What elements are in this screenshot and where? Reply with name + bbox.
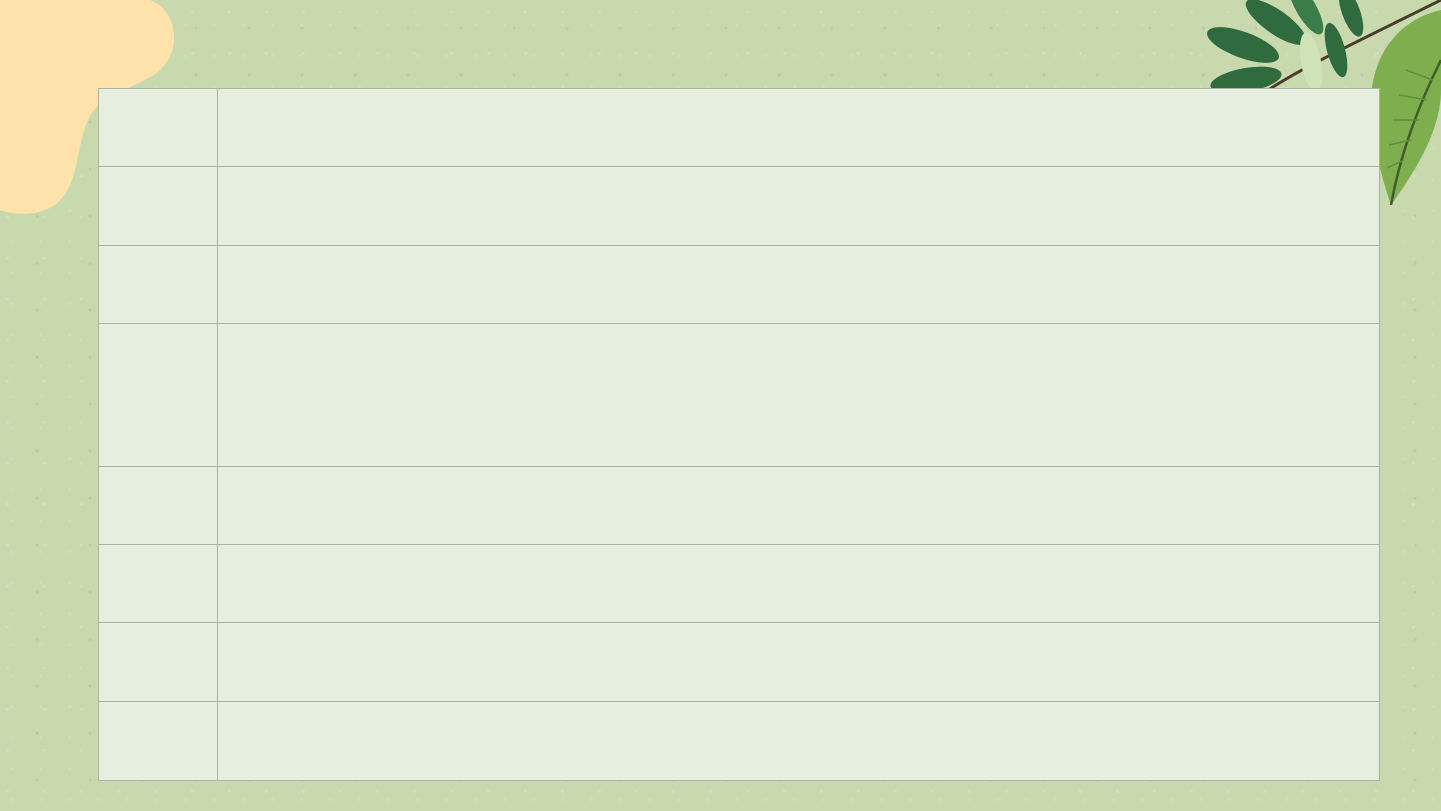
row-label-cell [98,323,218,467]
row-label-cell [98,166,218,246]
row-label-cell [98,622,218,702]
row-label-cell [98,88,218,167]
row-content-cell [217,622,1380,702]
row-content-cell [217,544,1380,623]
row-label-cell [98,466,218,545]
table-row [98,466,1380,545]
table-row [98,701,1380,781]
row-label-cell [98,701,218,781]
table-row [98,544,1380,623]
row-content-cell [217,701,1380,781]
row-content-cell [217,245,1380,324]
row-content-cell [217,323,1380,467]
content-table [98,88,1380,781]
row-content-cell [217,466,1380,545]
table-row [98,622,1380,702]
row-content-cell [217,166,1380,246]
row-label-cell [98,544,218,623]
row-content-cell [217,88,1380,167]
table-row [98,245,1380,324]
table-row [98,166,1380,246]
table-row [98,323,1380,467]
table-row [98,88,1380,167]
row-label-cell [98,245,218,324]
